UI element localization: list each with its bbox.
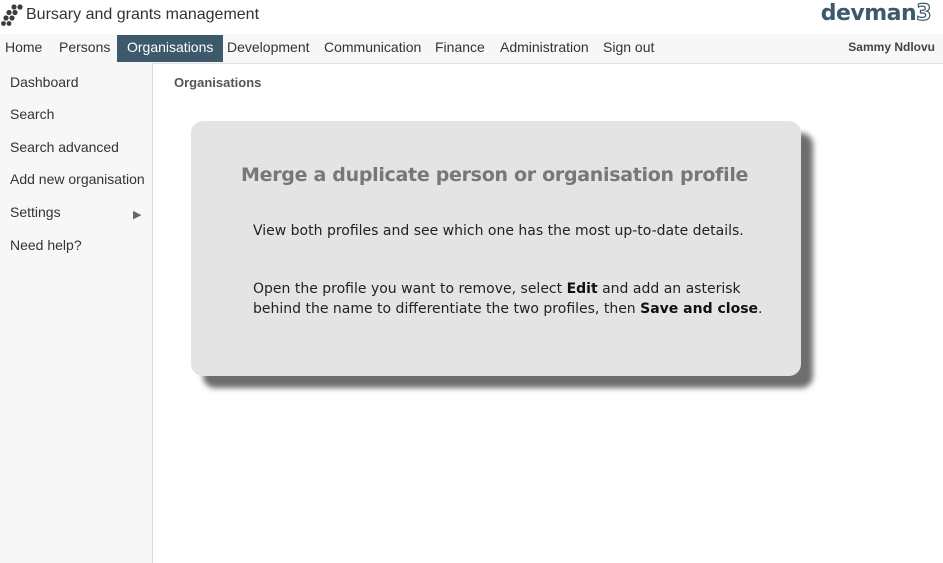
nav-organisations[interactable]: Organisations — [117, 35, 224, 62]
nav-home[interactable]: Home — [0, 34, 47, 62]
triangle-right-icon[interactable]: ▶ — [133, 208, 141, 221]
sidebar-item-search-advanced[interactable]: Search advanced — [10, 139, 119, 155]
nav-sign-out[interactable]: Sign out — [598, 34, 659, 62]
nav-administration[interactable]: Administration — [495, 34, 594, 62]
card-paragraph-edit: Open the profile you want to remove, sel… — [253, 281, 763, 317]
nav-finance[interactable]: Finance — [430, 34, 490, 62]
nav-persons[interactable]: Persons — [54, 34, 115, 62]
sidebar-item-need-help[interactable]: Need help? — [10, 237, 82, 253]
top-bar: Bursary and grants management devman3 — [0, 0, 943, 34]
card-title: Merge a duplicate person or organisation… — [241, 164, 749, 186]
sidebar: Dashboard Search Search advanced Add new… — [0, 63, 153, 563]
main-nav: Home Persons Organisations Development C… — [0, 34, 943, 64]
user-name[interactable]: Sammy Ndlovu — [848, 34, 935, 62]
nav-communication[interactable]: Communication — [319, 34, 426, 62]
breadcrumb: Organisations — [174, 75, 262, 90]
card-paragraph-view: View both profiles and see which one has… — [253, 223, 744, 239]
edit-emphasis: Edit — [566, 281, 598, 297]
sidebar-item-dashboard[interactable]: Dashboard — [10, 74, 79, 90]
devman-logo: devman3 — [820, 0, 932, 26]
merge-help-card: Merge a duplicate person or organisation… — [191, 121, 801, 376]
save-and-close-emphasis: Save and close — [640, 301, 759, 317]
app-logo-icon — [1, 4, 23, 26]
sidebar-item-add-new-organisation[interactable]: Add new organisation — [10, 171, 145, 187]
nav-development[interactable]: Development — [222, 34, 315, 62]
sidebar-item-search[interactable]: Search — [10, 106, 54, 122]
app-title: Bursary and grants management — [26, 6, 260, 23]
sidebar-item-settings[interactable]: Settings — [10, 204, 61, 220]
